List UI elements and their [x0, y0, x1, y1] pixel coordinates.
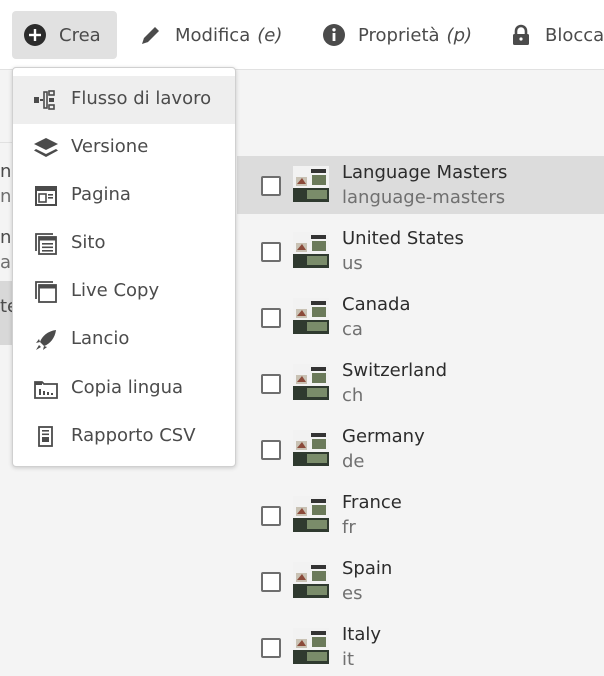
- create-menu: Flusso di lavoro Versione Pagina Sito Li…: [12, 67, 236, 467]
- info-icon: [322, 23, 346, 47]
- row-checkbox[interactable]: [261, 572, 281, 592]
- menu-item-site[interactable]: Sito: [13, 220, 235, 268]
- action-toolbar: Crea Modifica (e) Proprietà (p) Blocca: [0, 0, 604, 70]
- page-thumbnail: [293, 166, 329, 202]
- page-thumbnail: [293, 628, 329, 664]
- lock-icon: [509, 23, 533, 47]
- row-checkbox[interactable]: [261, 308, 281, 328]
- table-row[interactable]: Italy it: [237, 618, 604, 676]
- pencil-icon: [139, 23, 163, 47]
- row-checkbox[interactable]: [261, 506, 281, 526]
- properties-button-label: Proprietà: [358, 24, 440, 46]
- create-button[interactable]: Crea: [12, 11, 117, 59]
- create-button-label: Crea: [59, 24, 101, 46]
- menu-item-label: Copia lingua: [71, 377, 184, 398]
- menu-item-version[interactable]: Versione: [13, 124, 235, 172]
- menu-item-workflow[interactable]: Flusso di lavoro: [13, 76, 235, 124]
- menu-item-label: Pagina: [71, 184, 131, 205]
- row-checkbox[interactable]: [261, 638, 281, 658]
- row-checkbox[interactable]: [261, 176, 281, 196]
- page-title: France: [342, 492, 402, 513]
- page-name: it: [342, 649, 355, 670]
- layers-icon: [33, 136, 59, 160]
- table-row[interactable]: France fr: [237, 486, 604, 544]
- page-title: Spain: [342, 558, 393, 579]
- page-title: United States: [342, 228, 464, 249]
- page-thumbnail: [293, 298, 329, 334]
- row-checkbox[interactable]: [261, 374, 281, 394]
- row-checkbox[interactable]: [261, 440, 281, 460]
- menu-item-label: Rapporto CSV: [71, 425, 196, 446]
- menu-item-label: Sito: [71, 232, 106, 253]
- page-name: us: [342, 253, 363, 274]
- language-copy-icon: [33, 377, 59, 401]
- lock-button-label: Blocca: [545, 24, 604, 46]
- page-name: language-masters: [342, 187, 506, 208]
- menu-item-launch[interactable]: Lancio: [13, 316, 235, 364]
- page-thumbnail: [293, 232, 329, 268]
- table-row[interactable]: Language Masters language-masters: [237, 156, 604, 214]
- page-title: Canada: [342, 294, 411, 315]
- edit-button-label: Modifica: [175, 24, 251, 46]
- menu-item-page[interactable]: Pagina: [13, 172, 235, 220]
- page-title: Germany: [342, 426, 425, 447]
- live-copy-icon: [33, 280, 59, 304]
- page-title: Switzerland: [342, 360, 447, 381]
- properties-button[interactable]: Proprietà (p): [322, 11, 472, 59]
- page-thumbnail: [293, 430, 329, 466]
- lock-button[interactable]: Blocca: [509, 11, 604, 59]
- properties-shortcut: (p): [446, 24, 473, 46]
- table-row[interactable]: Germany de: [237, 420, 604, 478]
- page-name: ch: [342, 385, 364, 406]
- plus-circle-icon: [23, 23, 47, 47]
- menu-item-label: Lancio: [71, 328, 130, 349]
- page-name: de: [342, 451, 365, 472]
- menu-item-label: Live Copy: [71, 280, 160, 301]
- site-icon: [33, 232, 59, 256]
- page-name: es: [342, 583, 363, 604]
- edit-button[interactable]: Modifica (e): [139, 11, 282, 59]
- menu-item-label: Versione: [71, 136, 149, 157]
- menu-item-language-copy[interactable]: Copia lingua: [13, 365, 235, 413]
- page-title: Language Masters: [342, 162, 508, 183]
- menu-item-csv-report[interactable]: Rapporto CSV: [13, 413, 235, 461]
- page-name: fr: [342, 517, 356, 538]
- row-checkbox[interactable]: [261, 242, 281, 262]
- edit-shortcut: (e): [257, 24, 283, 46]
- page-name: ca: [342, 319, 363, 340]
- page-title: Italy: [342, 624, 382, 645]
- launch-icon: [33, 328, 59, 352]
- table-row[interactable]: Canada ca: [237, 288, 604, 346]
- table-row[interactable]: United States us: [237, 222, 604, 280]
- menu-item-label: Flusso di lavoro: [71, 88, 212, 109]
- menu-item-live-copy[interactable]: Live Copy: [13, 268, 235, 316]
- csv-report-icon: [33, 425, 59, 449]
- page-thumbnail: [293, 562, 329, 598]
- workflow-icon: [33, 88, 59, 112]
- table-row[interactable]: Spain es: [237, 552, 604, 610]
- page-icon: [33, 184, 59, 208]
- page-thumbnail: [293, 364, 329, 400]
- table-row[interactable]: Switzerland ch: [237, 354, 604, 412]
- page-thumbnail: [293, 496, 329, 532]
